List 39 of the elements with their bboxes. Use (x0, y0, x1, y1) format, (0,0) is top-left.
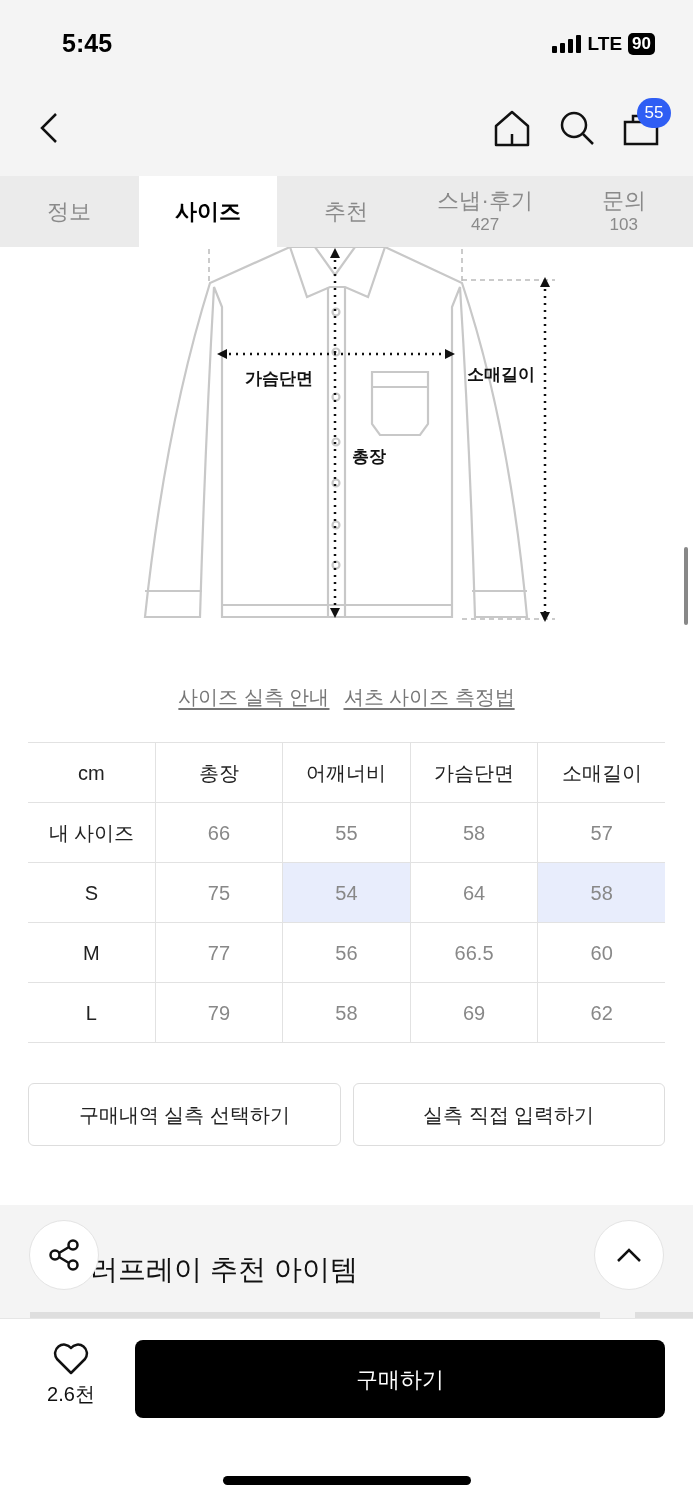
table-cell: 58 (283, 983, 411, 1043)
table-cell: 69 (410, 983, 539, 1043)
table-cell: 58 (538, 863, 665, 923)
heart-icon[interactable] (53, 1343, 89, 1375)
row-header: 내 사이즈 (28, 803, 156, 863)
measure-label: 가슴단면 (245, 369, 313, 388)
guide-link[interactable]: 셔츠 사이즈 측정법 (343, 682, 515, 716)
measure-label: 소매길이 (467, 365, 535, 384)
table-cell: 64 (410, 863, 539, 923)
measure-label: 총장 (352, 447, 386, 466)
table-cell: 66 (155, 803, 284, 863)
tab[interactable]: 사이즈 (138, 176, 278, 247)
row-header: M (28, 923, 156, 983)
table-cell: 55 (283, 803, 411, 863)
battery-indicator: 90 (628, 33, 655, 55)
back-icon[interactable] (38, 112, 60, 144)
share-icon (47, 1238, 81, 1272)
table-cell: 77 (155, 923, 284, 983)
measure-button[interactable]: 실측 직접 입력하기 (352, 1083, 665, 1146)
table-cell: 54 (283, 863, 411, 923)
like-count: 2.6천 (47, 1382, 95, 1407)
table-cell: 56 (283, 923, 411, 983)
cart-badge: 55 (637, 98, 671, 128)
search-icon[interactable] (559, 110, 595, 146)
table-cell: 66.5 (410, 923, 539, 983)
section-title: 러프레이 추천 아이템 (90, 1253, 358, 1287)
status-time: 5:45 (62, 28, 113, 60)
measure-button[interactable]: 구매내역 실측 선택하기 (28, 1083, 341, 1146)
table-cell: 79 (155, 983, 284, 1043)
buy-button[interactable]: 구매하기 (135, 1340, 665, 1418)
row-header: S (28, 863, 156, 923)
chevron-up-icon (616, 1247, 642, 1263)
table-cell: 58 (410, 803, 539, 863)
signal-icon (551, 35, 582, 53)
row-header: L (28, 983, 156, 1043)
table-cell: 75 (155, 863, 284, 923)
home-icon[interactable] (493, 109, 531, 147)
network-label: LTE (587, 31, 623, 56)
guide-link[interactable]: 사이즈 실측 안내 (178, 682, 330, 716)
